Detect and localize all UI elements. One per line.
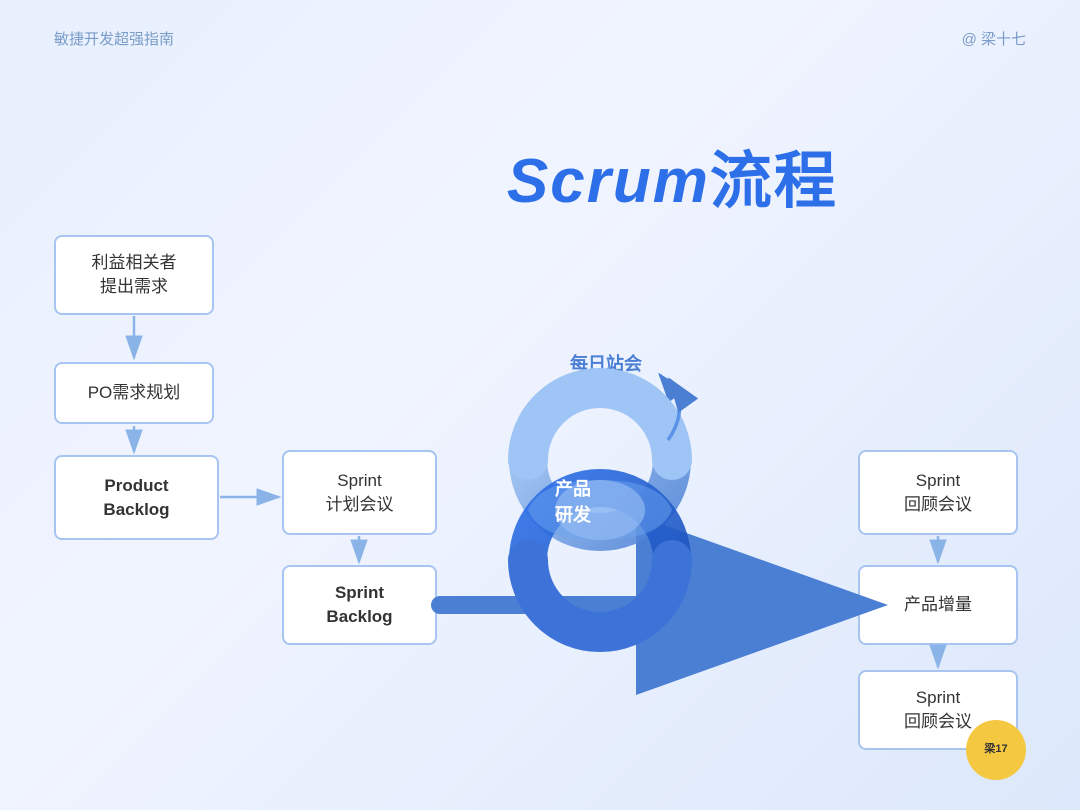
product-increment-box: 产品增量 bbox=[858, 565, 1018, 645]
sprint-review-box: Sprint回顾会议 bbox=[858, 450, 1018, 535]
header-right-label: @ 梁十七 bbox=[962, 28, 1026, 49]
stakeholder-box: 利益相关者提出需求 bbox=[54, 235, 214, 315]
page-title: Scrum流程 bbox=[507, 130, 838, 220]
po-planning-box: PO需求规划 bbox=[54, 362, 214, 424]
title-scrum: Scrum bbox=[507, 147, 710, 216]
sprint-backlog-box: SprintBacklog bbox=[282, 565, 437, 645]
header-left-label: 敏捷开发超强指南 bbox=[54, 28, 174, 49]
daily-standup-label: 每日站会 bbox=[570, 350, 642, 376]
product-dev-label: 产品研发 bbox=[555, 475, 591, 527]
sprint-planning-box: Sprint计划会议 bbox=[282, 450, 437, 535]
title-chinese: 流程 bbox=[710, 147, 838, 216]
watermark: 梁17 bbox=[966, 720, 1026, 780]
product-backlog-box: ProductBacklog bbox=[54, 455, 219, 540]
